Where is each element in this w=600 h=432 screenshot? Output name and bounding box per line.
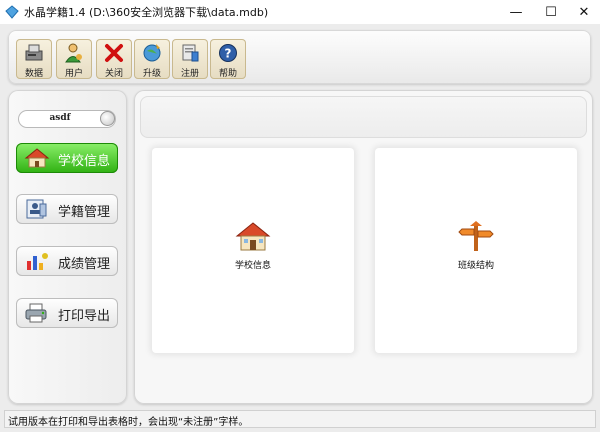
upgrade-icon	[143, 44, 161, 62]
upgrade-button[interactable]: 升级	[134, 39, 170, 79]
title-bar: 水晶学籍1.4 (D:\360安全浏览器下载\data.mdb) — ☐ ✕	[0, 0, 600, 24]
sidebar-item-student-records[interactable]: 学籍管理	[16, 194, 118, 224]
class-structure-card-label: 班级结构	[457, 261, 494, 271]
status-message: 试用版本在打印和导出表格时，会出现“未注册”字样。	[8, 417, 249, 428]
app-crystal-icon	[5, 5, 19, 19]
status-bar: 试用版本在打印和导出表格时，会出现“未注册”字样。	[4, 410, 596, 428]
content-header-strip	[140, 96, 587, 138]
content-panel: 学校信息 班级结构	[134, 90, 593, 404]
user-icon	[65, 43, 82, 63]
register-button-label: 注册	[180, 69, 199, 79]
sidebar: asdf 学校信息 学籍管理 成绩管理 打印导出	[8, 90, 127, 404]
minimize-button[interactable]: —	[498, 0, 534, 24]
close-x-icon	[105, 44, 123, 62]
sidebar-item-school-info[interactable]: 学校信息	[16, 143, 118, 173]
help-icon: ?	[219, 44, 237, 62]
user-button[interactable]: 用户	[56, 39, 92, 79]
toolbar: 数据 用户 关闭 升级 注册 ? 帮助	[8, 30, 591, 84]
user-select-knob-icon[interactable]	[100, 111, 115, 126]
school-info-card-label: 学校信息	[234, 261, 271, 271]
window-file-path: (D:\360安全浏览器下载\data.mdb)	[89, 6, 269, 19]
window-close-button[interactable]: ✕	[566, 0, 600, 24]
help-button-label: 帮助	[218, 69, 237, 79]
register-icon	[182, 44, 199, 62]
current-user-select[interactable]: asdf	[18, 110, 116, 128]
sidebar-item-label: 学籍管理	[58, 205, 111, 220]
school-house-icon	[235, 222, 271, 251]
close-button-label: 关闭	[104, 69, 123, 79]
printer-icon	[25, 303, 47, 323]
sidebar-item-label: 打印导出	[58, 309, 111, 324]
class-structure-card[interactable]: 班级结构	[375, 148, 577, 353]
class-structure-icon	[458, 221, 494, 251]
sidebar-item-label: 学校信息	[58, 154, 111, 169]
sidebar-item-label: 成绩管理	[58, 257, 111, 272]
upgrade-button-label: 升级	[142, 69, 161, 79]
window-app-name: 水晶学籍1.4	[24, 6, 86, 19]
grades-chart-icon	[27, 253, 48, 270]
database-icon	[25, 44, 43, 61]
student-record-icon	[26, 199, 47, 219]
help-button[interactable]: ? 帮助	[210, 39, 246, 79]
close-button[interactable]: 关闭	[96, 39, 132, 79]
current-user-value: asdf	[49, 113, 71, 123]
school-info-card[interactable]: 学校信息	[152, 148, 354, 353]
window-title: 水晶学籍1.4 (D:\360安全浏览器下载\data.mdb)	[24, 4, 268, 20]
register-button[interactable]: 注册	[172, 39, 208, 79]
sidebar-item-grades[interactable]: 成绩管理	[16, 246, 118, 276]
data-button[interactable]: 数据	[16, 39, 52, 79]
maximize-button[interactable]: ☐	[533, 0, 569, 24]
school-house-icon	[24, 148, 50, 168]
user-button-label: 用户	[64, 69, 83, 79]
main-frame: 数据 用户 关闭 升级 注册 ? 帮助 asdf 学校信息 学籍管理 成绩管理 …	[0, 24, 600, 432]
data-button-label: 数据	[24, 69, 43, 79]
svg-text:?: ?	[225, 47, 232, 61]
sidebar-item-print-export[interactable]: 打印导出	[16, 298, 118, 328]
